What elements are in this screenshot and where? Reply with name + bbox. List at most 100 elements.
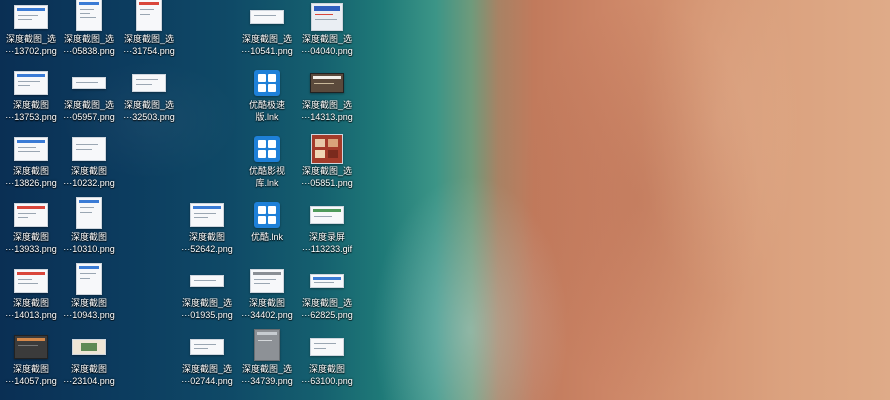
image-file-icon (132, 0, 166, 31)
image-file-icon (190, 268, 224, 294)
image-file-icon (310, 134, 344, 164)
image-file-icon (250, 329, 284, 361)
desktop-icon-screenshot-13826[interactable]: 深度截图 ···13826.png (0, 132, 62, 198)
desktop-icon-screenshot-04040[interactable]: 深度截图_选 ···04040.png (296, 0, 358, 66)
icon-label-line2: ···05957.png (63, 112, 115, 122)
icon-label-line1: 深度截图 (70, 364, 107, 374)
icon-label-line2: ···113233.gif (301, 244, 353, 254)
icon-label-line1: 深度截图_选 (241, 364, 292, 374)
desktop-icon-screenshot-34739[interactable]: 深度截图_选 ···34739.png (236, 329, 298, 396)
image-file-icon (132, 70, 166, 96)
image-file-icon (72, 334, 106, 360)
image-file-icon (310, 70, 344, 96)
icon-label-line1: 优酷极速 (248, 100, 285, 110)
icon-label-line2: ···63100.png (301, 376, 353, 386)
icon-label-line1: 优酷.lnk (250, 232, 283, 242)
icon-label-line2: ···34402.png (241, 310, 293, 320)
icon-label-line2: ···10541.png (241, 46, 293, 56)
desktop-icon-screenshot-05957[interactable]: 深度截图_选 ···05957.png (58, 66, 120, 132)
desktop-icon-screenrecord-113233[interactable]: 深度录屏 ···113233.gif (296, 198, 358, 264)
icon-label-line1: 深度截图_选 (63, 100, 114, 110)
image-file-icon (250, 4, 284, 30)
image-file-icon (72, 0, 106, 31)
icon-label-line2: ···13702.png (5, 46, 57, 56)
image-file-icon (310, 334, 344, 360)
icon-label-line2: ···14013.png (5, 310, 57, 320)
image-file-icon (250, 268, 284, 294)
desktop-icon-screenshot-13933[interactable]: 深度截图 ···13933.png (0, 198, 62, 264)
icon-label-line1: 深度截图 (70, 232, 107, 242)
desktop-icon-youku-library-shortcut[interactable]: 优酷影视 库.lnk (236, 132, 298, 198)
image-file-icon (72, 136, 106, 162)
desktop-icon-screenshot-05851[interactable]: 深度截图_选 ···05851.png (296, 132, 358, 198)
image-file-icon (190, 202, 224, 228)
icon-label-line2: ···04040.png (301, 46, 353, 56)
icon-label-line2: ···10310.png (63, 244, 115, 254)
image-file-icon (310, 3, 344, 31)
desktop-icon-screenshot-05838[interactable]: 深度截图_选 ···05838.png (58, 0, 120, 66)
desktop-icon-screenshot-02744[interactable]: 深度截图_选 ···02744.png (176, 330, 238, 396)
icon-label-line1: 优酷影视 (248, 166, 285, 176)
icon-label-line1: 深度录屏 (308, 232, 345, 242)
icon-label-line2: ···52642.png (181, 244, 233, 254)
desktop-icon-screenshot-14013[interactable]: 深度截图 ···14013.png (0, 264, 62, 330)
icon-label-line1: 深度截图_选 (301, 100, 352, 110)
desktop-icon-screenshot-10310[interactable]: 深度截图 ···10310.png (58, 197, 120, 264)
icon-label-line2: ···05838.png (63, 46, 115, 56)
icon-label-line2: ···01935.png (181, 310, 233, 320)
icon-label-line1: 深度截图 (12, 232, 49, 242)
desktop-icon-screenshot-13702[interactable]: 深度截图_选 ···13702.png (0, 0, 62, 66)
desktop-icon-screenshot-01935[interactable]: 深度截图_选 ···01935.png (176, 264, 238, 330)
icon-label-line2: ···05851.png (301, 178, 353, 188)
icon-label-line2: ···13826.png (5, 178, 57, 188)
icon-label-line1: 深度截图_选 (123, 100, 174, 110)
image-file-icon (72, 197, 106, 229)
desktop-icon-screenshot-13753[interactable]: 深度截图 ···13753.png (0, 66, 62, 132)
icon-label-line2: ···10232.png (63, 178, 115, 188)
desktop-icon-screenshot-14313[interactable]: 深度截图_选 ···14313.png (296, 66, 358, 132)
icon-label-line1: 深度截图_选 (5, 34, 56, 44)
gif-file-icon (310, 202, 344, 228)
icon-label-line2: ···62825.png (301, 310, 353, 320)
icon-label-line1: 深度截图_选 (301, 298, 352, 308)
image-file-icon (72, 263, 106, 295)
image-file-icon (14, 202, 48, 228)
icon-label-line2: ···32503.png (123, 112, 175, 122)
icon-label-line1: 深度截图_选 (241, 34, 292, 44)
desktop-icon-screenshot-10943[interactable]: 深度截图 ···10943.png (58, 263, 120, 330)
icon-label-line2: ···14057.png (5, 376, 57, 386)
youku-app-icon (250, 136, 284, 162)
icon-label-line1: 深度截图 (12, 100, 49, 110)
image-file-icon (14, 70, 48, 96)
icon-label-line1: 深度截图 (12, 166, 49, 176)
icon-label-line1: 深度截图_选 (63, 34, 114, 44)
icon-label-line2: ···31754.png (123, 46, 175, 56)
image-file-icon (14, 268, 48, 294)
icon-label-line1: 深度截图 (308, 364, 345, 374)
desktop-icon-screenshot-10232[interactable]: 深度截图 ···10232.png (58, 132, 120, 198)
desktop-icon-screenshot-62825[interactable]: 深度截图_选 ···62825.png (296, 264, 358, 330)
image-file-icon (72, 70, 106, 96)
icon-label-line1: 深度截图 (12, 364, 49, 374)
desktop-icon-youku-shortcut[interactable]: 优酷.lnk (236, 198, 298, 264)
image-file-icon (190, 334, 224, 360)
desktop-icon-screenshot-31754[interactable]: 深度截图_选 ···31754.png (118, 0, 180, 66)
desktop-icon-youku-lite-shortcut[interactable]: 优酷极速 版.lnk (236, 66, 298, 132)
desktop-icon-screenshot-63100[interactable]: 深度截图 ···63100.png (296, 330, 358, 396)
icon-label-line2: ···02744.png (181, 376, 233, 386)
icon-label-line2: ···13753.png (5, 112, 57, 122)
desktop-icon-screenshot-32503[interactable]: 深度截图_选 ···32503.png (118, 66, 180, 132)
icon-label-line1: 深度截图_选 (301, 166, 352, 176)
desktop-icon-screenshot-34402[interactable]: 深度截图 ···34402.png (236, 264, 298, 330)
icon-label-line1: 深度截图 (70, 166, 107, 176)
desktop-icon-screenshot-23104[interactable]: 深度截图 ···23104.png (58, 330, 120, 396)
desktop-wallpaper[interactable]: 深度截图_选 ···13702.png 深度截图 ···13753.png 深度截图… (0, 0, 890, 400)
image-file-icon (14, 136, 48, 162)
icon-label-line2: ···14313.png (301, 112, 353, 122)
desktop-icon-screenshot-14057[interactable]: 深度截图 ···14057.png (0, 330, 62, 396)
desktop-icon-screenshot-10541[interactable]: 深度截图_选 ···10541.png (236, 0, 298, 66)
desktop-icon-screenshot-52642[interactable]: 深度截图 ···52642.png (176, 198, 238, 264)
icon-label-line1: 深度截图_选 (123, 34, 174, 44)
image-file-icon (310, 268, 344, 294)
youku-app-icon (250, 70, 284, 96)
